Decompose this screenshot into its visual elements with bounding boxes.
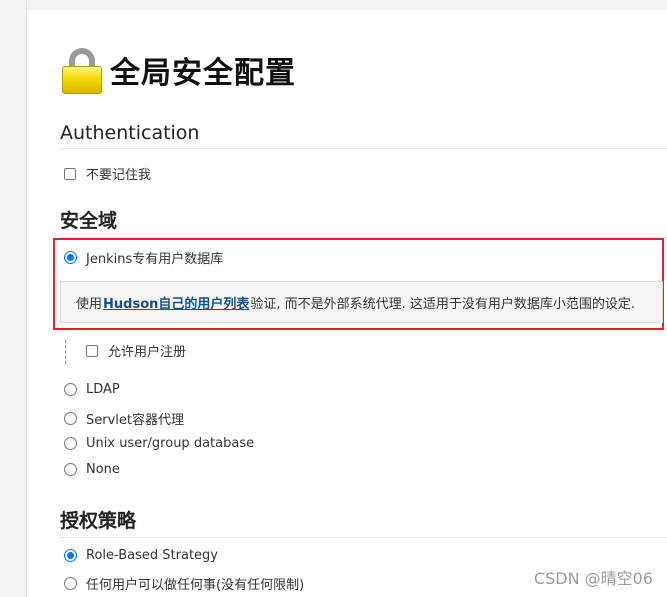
realm-label-unix: Unix user/group database xyxy=(86,436,255,451)
realm-label-servlet: Servlet容器代理 xyxy=(86,413,184,428)
realm-label-jenkins-db: Jenkins专有用户数据库 xyxy=(86,252,224,267)
realm-radio-servlet[interactable] xyxy=(64,412,77,425)
watermark: CSDN @晴空06 xyxy=(533,569,653,588)
realm-help-box: 使用 Hudson自己的用户列表 验证, 而不是外部系统代理. 这适用于没有用户… xyxy=(60,281,663,323)
auth-option-role-based[interactable]: Role-Based Strategy xyxy=(64,548,218,563)
realm-radio-ldap[interactable] xyxy=(64,383,77,396)
auth-label-role-based: Role-Based Strategy xyxy=(86,548,218,563)
help-prefix: 使用 xyxy=(76,296,103,312)
realm-option-servlet[interactable]: Servlet容器代理 xyxy=(64,409,184,428)
realm-label-ldap: LDAP xyxy=(86,382,120,397)
security-realm-heading: 安全域 xyxy=(60,206,667,238)
page-title-text: 全局安全配置 xyxy=(110,56,296,91)
realm-option-ldap[interactable]: LDAP xyxy=(64,382,120,397)
no-remember-me-label: 不要记住我 xyxy=(86,168,152,183)
no-remember-me-checkbox[interactable] xyxy=(64,167,76,180)
auth-option-anyone[interactable]: 任何用户可以做任何事(没有任何限制) xyxy=(64,574,304,593)
realm-option-jenkins-db[interactable]: Jenkins专有用户数据库 xyxy=(64,248,223,267)
left-sidebar-edge xyxy=(0,0,27,597)
help-link[interactable]: Hudson自己的用户列表 xyxy=(103,293,249,312)
realm-radio-jenkins-db[interactable] xyxy=(64,251,77,264)
auth-radio-anyone[interactable] xyxy=(64,577,77,590)
top-bar-edge xyxy=(27,0,667,10)
page-title: 全局安全配置 xyxy=(60,44,296,96)
help-suffix: 验证, 而不是外部系统代理. 这适用于没有用户数据库小范围的设定. xyxy=(250,296,636,312)
authentication-heading: Authentication xyxy=(60,122,667,149)
realm-option-unix[interactable]: Unix user/group database xyxy=(64,436,254,451)
nested-option-guide xyxy=(65,340,66,364)
lock-icon xyxy=(60,46,104,94)
no-remember-me-option[interactable]: 不要记住我 xyxy=(64,164,151,183)
authorization-heading: 授权策略 xyxy=(60,506,667,538)
allow-signup-option[interactable]: 允许用户注册 xyxy=(86,341,186,360)
auth-radio-role-based[interactable] xyxy=(64,549,77,562)
realm-radio-none[interactable] xyxy=(64,463,77,476)
realm-radio-unix[interactable] xyxy=(64,437,77,450)
realm-label-none: None xyxy=(86,462,120,477)
allow-signup-label: 允许用户注册 xyxy=(108,345,187,360)
auth-label-anyone: 任何用户可以做任何事(没有任何限制) xyxy=(86,578,305,593)
realm-option-none[interactable]: None xyxy=(64,462,120,477)
allow-signup-checkbox[interactable] xyxy=(86,344,98,357)
